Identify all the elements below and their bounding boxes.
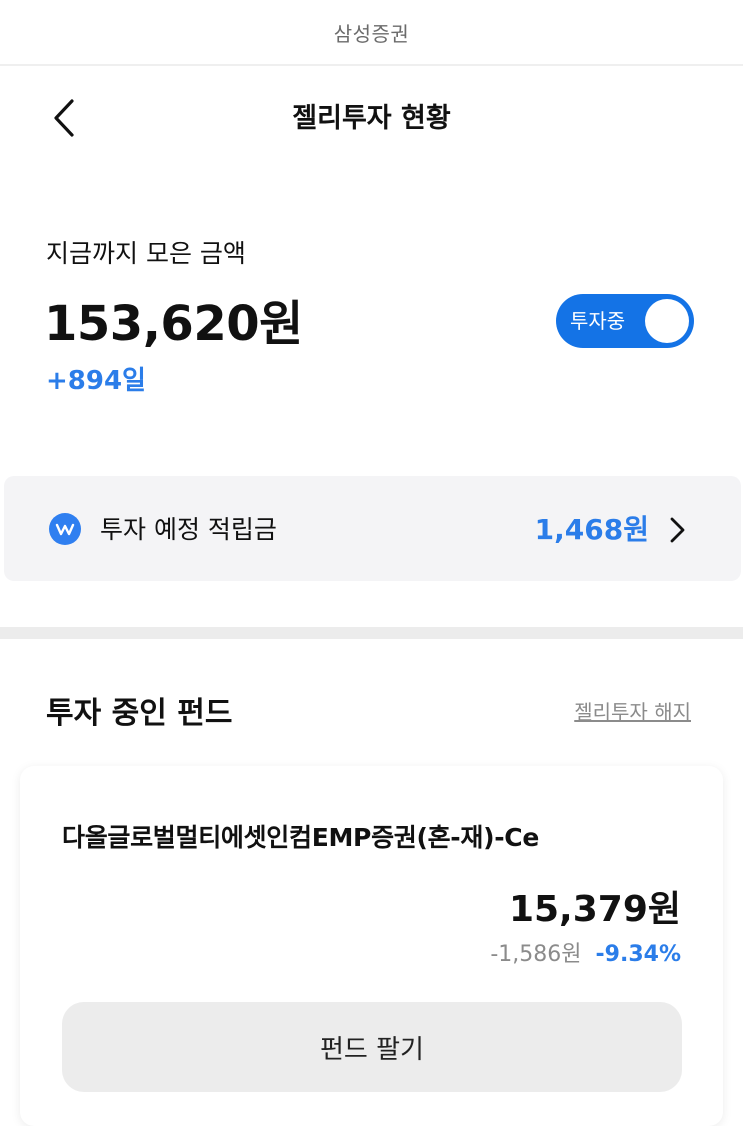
total-saved-amount: 153,620원 [44,296,303,352]
toggle-knob [645,299,689,343]
cancel-jelly-invest-link[interactable]: 젤리투자 해지 [574,696,691,725]
page-header: 젤리투자 현황 [0,66,743,166]
fund-name: 다올글로벌멀티에셋인컴EMP증권(혼-재)-Ce [62,823,539,852]
chevron-right-icon [670,517,685,543]
scheduled-deposit-row[interactable]: 투자 예정 적립금 1,468원 [4,476,741,581]
status-bar: 삼성증권 [0,0,743,66]
fund-change: -1,586원 -9.34% [490,936,681,968]
toggle-label: 투자중 [570,309,626,333]
page-title: 젤리투자 현황 [292,103,451,134]
won-coin-icon [49,513,81,545]
section-divider [0,627,743,639]
scheduled-deposit-amount: 1,468원 [534,513,649,546]
funds-section-title: 투자 중인 펀드 [46,696,233,731]
sell-fund-button[interactable]: 펀드 팔기 [62,1002,682,1092]
fund-value: 15,379원 [508,889,681,930]
scheduled-deposit-label: 투자 예정 적립금 [100,515,277,544]
fund-change-rate: -9.34% [595,942,681,967]
total-saved-label: 지금까지 모은 금액 [46,239,246,268]
fund-card: 다올글로벌멀티에셋인컴EMP증권(혼-재)-Ce 15,379원 -1,586원… [20,766,723,1126]
fund-change-amount: -1,586원 [490,942,582,967]
investing-days: +894일 [46,366,146,396]
investing-toggle[interactable]: 투자중 [556,294,694,348]
app-source-title: 삼성증권 [333,21,410,46]
